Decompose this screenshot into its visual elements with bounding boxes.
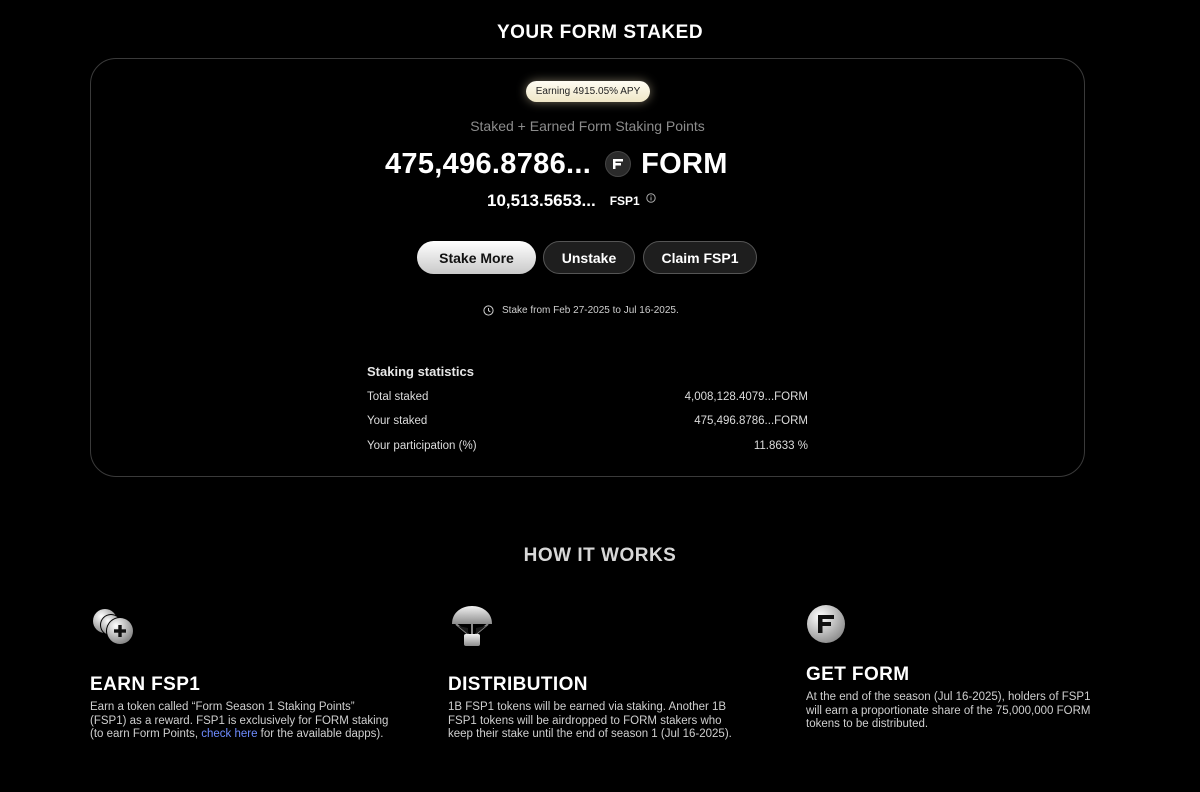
fsp-amount: 10,513.5653... bbox=[487, 191, 596, 210]
fsp-balance-row: 10,513.5653... FSP1 bbox=[487, 191, 656, 211]
form-logo-icon bbox=[806, 604, 848, 651]
stake-period: Stake from Feb 27-2025 to Jul 16-2025. bbox=[483, 305, 679, 316]
clock-icon bbox=[483, 305, 494, 316]
form-token-label: FORM bbox=[641, 147, 728, 180]
stat-row-total-staked: Total staked 4,008,128.4079...FORM bbox=[367, 391, 808, 407]
apy-badge: Earning 4915.05% APY bbox=[526, 81, 650, 102]
info-icon[interactable] bbox=[646, 190, 656, 208]
coins-plus-icon bbox=[90, 604, 138, 653]
fsp-token-label: FSP1 bbox=[609, 194, 640, 208]
earn-description: Earn a token called “Form Season 1 Staki… bbox=[90, 701, 389, 740]
earn-heading: EARN FSP1 bbox=[90, 674, 201, 695]
parachute-icon bbox=[448, 604, 496, 657]
unstake-button[interactable]: Unstake bbox=[543, 241, 635, 274]
how-it-works-title: HOW IT WORKS bbox=[523, 545, 677, 566]
staked-section-title: YOUR FORM STAKED bbox=[496, 22, 704, 43]
distribution-heading: DISTRIBUTION bbox=[448, 674, 588, 695]
get-form-heading: GET FORM bbox=[806, 664, 910, 685]
stake-more-button[interactable]: Stake More bbox=[417, 241, 536, 274]
form-amount: 475,496.8786... bbox=[385, 147, 592, 180]
stat-row-participation: Your participation (%) 11.8633 % bbox=[367, 440, 808, 456]
stat-label: Your participation (%) bbox=[367, 440, 477, 452]
check-here-link[interactable]: check here bbox=[201, 728, 257, 740]
stat-value: 11.8633 % bbox=[753, 440, 808, 452]
stake-period-text: Stake from Feb 27-2025 to Jul 16-2025. bbox=[502, 305, 679, 316]
stat-value: 4,008,128.4079...FORM bbox=[684, 391, 808, 403]
stat-label: Your staked bbox=[367, 415, 428, 427]
form-balance-row: 475,496.8786... FORM bbox=[385, 146, 728, 182]
stat-row-your-staked: Your staked 475,496.8786...FORM bbox=[367, 415, 808, 431]
claim-fsp1-button[interactable]: Claim FSP1 bbox=[643, 241, 757, 274]
staked-subtitle: Staked + Earned Form Staking Points bbox=[470, 118, 705, 134]
staking-statistics-title: Staking statistics bbox=[367, 364, 474, 379]
get-form-description: At the end of the season (Jul 16-2025), … bbox=[806, 691, 1091, 730]
stat-value: 475,496.8786...FORM bbox=[694, 415, 808, 427]
form-token-icon bbox=[605, 151, 632, 177]
distribution-description: 1B FSP1 tokens will be earned via stakin… bbox=[448, 701, 732, 740]
stat-label: Total staked bbox=[367, 391, 429, 403]
